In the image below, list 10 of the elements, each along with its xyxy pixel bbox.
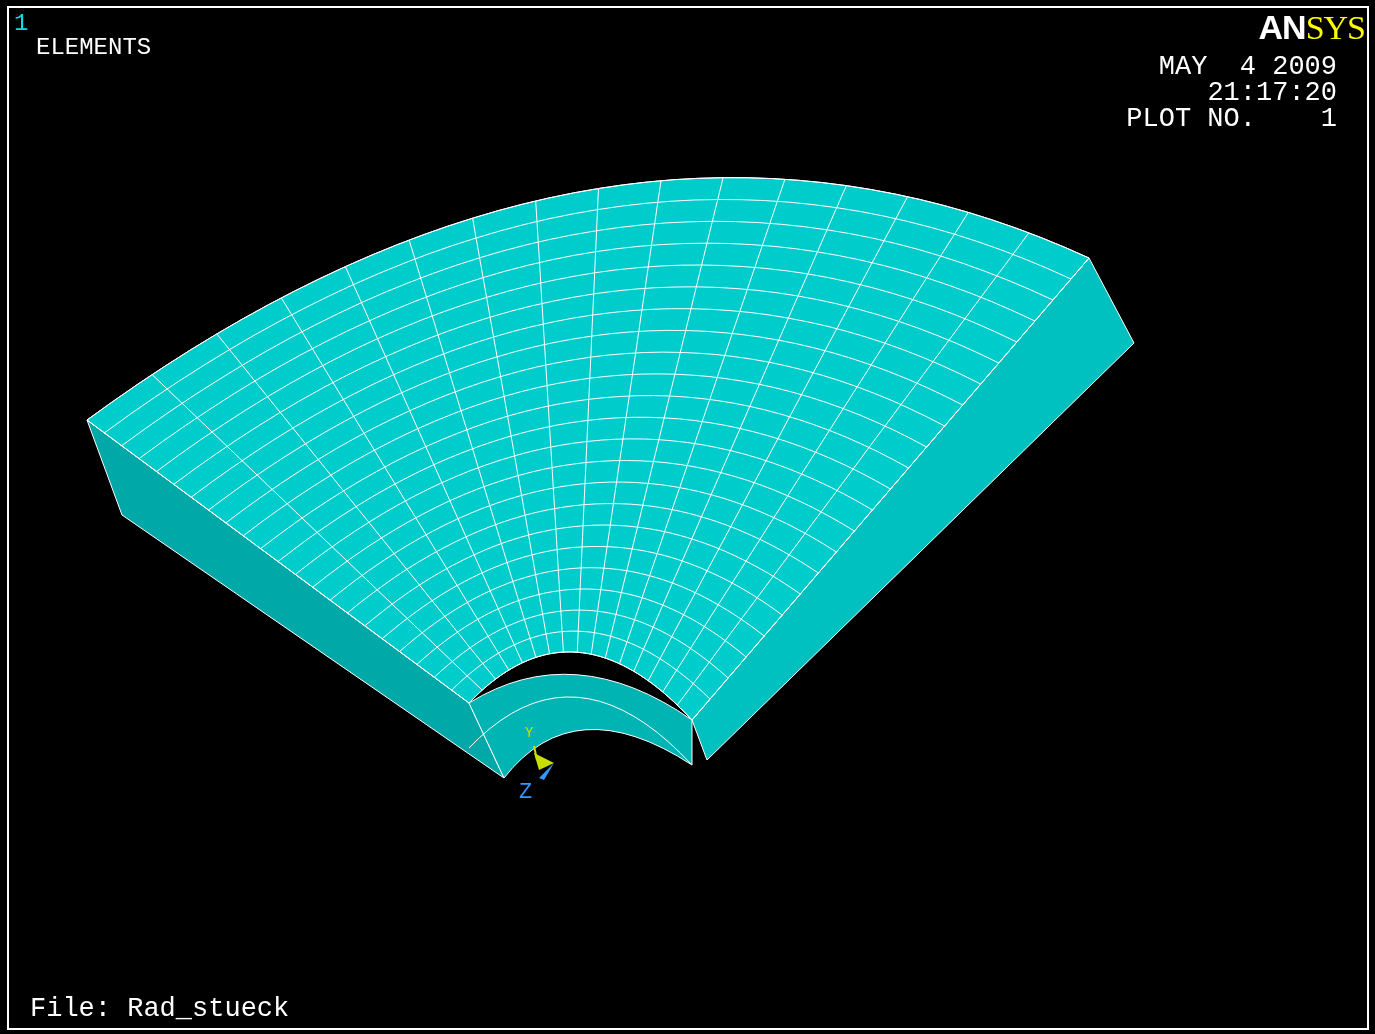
- file-name: File: Rad_stueck: [30, 996, 290, 1023]
- logo: ANSYS: [1258, 10, 1365, 45]
- plot-number: PLOT NO. 1: [1126, 106, 1337, 133]
- triad-y-label: Y: [525, 726, 534, 740]
- axis-triad-drawing: [533, 745, 554, 780]
- plot-title: ELEMENTS: [36, 36, 152, 60]
- triad-z-label: Z: [519, 782, 533, 804]
- window-number: 1: [14, 12, 29, 36]
- plot-time: 21:17:20: [1207, 80, 1337, 107]
- plot-date: MAY 4 2009: [1158, 54, 1337, 81]
